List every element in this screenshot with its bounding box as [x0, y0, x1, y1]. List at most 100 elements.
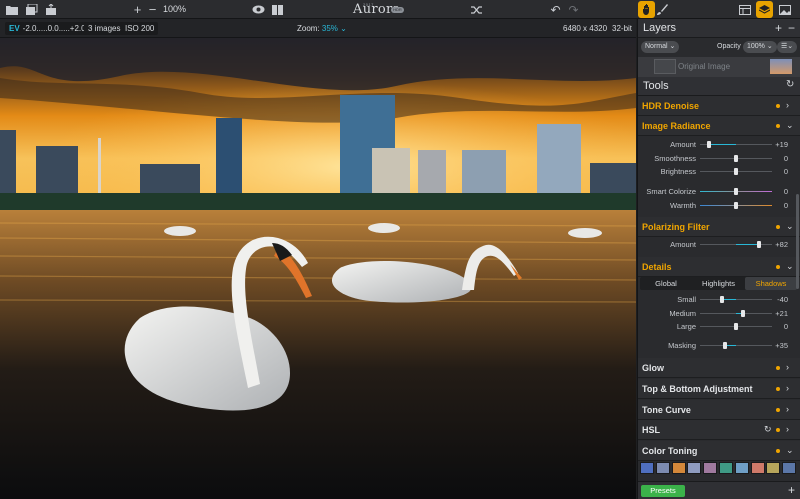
slider-amount[interactable]: Amount +82	[638, 238, 800, 251]
slider-handle[interactable]	[719, 296, 724, 303]
tab-global[interactable]: Global	[640, 277, 692, 290]
section-hdr-denoise[interactable]: HDR Denoise ›	[638, 96, 800, 116]
details-tabs: Global Highlights Shadows	[640, 277, 797, 290]
slider-label: Amount	[670, 140, 696, 149]
blend-mode-select[interactable]: Normal ⌄	[641, 41, 680, 53]
top-toolbar: + − 100% 2017 Aurora HDR ↶ ↷	[0, 0, 800, 19]
active-dot-icon	[776, 104, 780, 108]
color-swatch[interactable]	[671, 462, 686, 474]
layer-item[interactable]: Original Image	[638, 57, 800, 77]
redo-icon[interactable]: ↷	[567, 3, 580, 16]
slider-medium[interactable]: Medium +21	[638, 307, 800, 320]
undo-icon[interactable]: ↶	[549, 3, 562, 16]
logo-pill: HDR	[391, 7, 404, 13]
section-hsl[interactable]: HSL ↻ ›	[638, 420, 800, 440]
zoom-dropdown[interactable]: Zoom: 35% ⌄	[297, 24, 347, 33]
tools-title: Tools	[643, 80, 669, 92]
slider-handle[interactable]	[734, 154, 738, 162]
brush-icon[interactable]	[656, 3, 669, 16]
slider-small[interactable]: Small -40	[638, 293, 800, 306]
color-swatch[interactable]	[782, 462, 797, 474]
section-top-bottom-adjustment[interactable]: Top & Bottom Adjustment ›	[638, 379, 800, 399]
zoom-in-icon[interactable]: +	[131, 3, 144, 16]
chevron-down-icon: ⌄	[786, 261, 794, 271]
chevron-right-icon: ›	[786, 424, 789, 434]
photo-canvas[interactable]	[0, 38, 636, 499]
slider-label: Smoothness	[654, 153, 696, 163]
zoom-percent[interactable]: 100%	[163, 4, 186, 14]
zoom-out-icon[interactable]: −	[146, 3, 159, 16]
section-title: Glow	[642, 363, 664, 373]
layout-icon[interactable]	[738, 3, 751, 16]
section-details[interactable]: Details ⌄	[638, 257, 800, 277]
tools-hand-icon[interactable]	[638, 1, 655, 18]
section-image-radiance[interactable]: Image Radiance ⌄	[638, 116, 800, 136]
slider-warmth[interactable]: Warmth 0	[638, 199, 800, 212]
slider-label: Masking	[668, 341, 696, 350]
folder-icon[interactable]	[5, 3, 18, 16]
slider-handle[interactable]	[706, 141, 711, 148]
presets-bar: Presets +	[638, 481, 800, 499]
image-dimensions: 6480 x 4320	[563, 24, 608, 33]
section-title: Polarizing Filter	[642, 222, 710, 232]
section-glow[interactable]: Glow ›	[638, 358, 800, 378]
slider-label: Warmth	[670, 200, 696, 210]
color-swatch[interactable]	[766, 462, 781, 474]
slider-track[interactable]	[700, 345, 772, 346]
slider-handle[interactable]	[734, 323, 738, 330]
add-layer-icon[interactable]: +	[775, 21, 782, 35]
slider-value: -40	[777, 295, 788, 304]
compare-icon[interactable]	[271, 3, 284, 16]
section-polarizing-filter[interactable]: Polarizing Filter ⌄	[638, 217, 800, 237]
color-swatch[interactable]	[640, 462, 654, 474]
slider-smoothness[interactable]: Smoothness 0	[638, 152, 800, 165]
slider-handle[interactable]	[741, 309, 746, 317]
ev-bracket-chip: EV -2.0.....0.0.....+2.0	[5, 22, 90, 35]
layer-options: Normal ⌄ Opacity 100% ⌄ ☰⌄	[638, 38, 800, 57]
slider-large[interactable]: Large 0	[638, 320, 800, 333]
stack-icon[interactable]	[25, 3, 38, 16]
panel-scrollbar[interactable]	[796, 194, 799, 289]
color-swatch[interactable]	[687, 462, 702, 474]
image-icon[interactable]	[778, 3, 791, 16]
remove-layer-icon[interactable]: −	[788, 21, 795, 35]
presets-button[interactable]: Presets	[641, 485, 685, 497]
section-tone-curve[interactable]: Tone Curve ›	[638, 400, 800, 420]
color-swatch[interactable]	[734, 462, 749, 474]
tab-highlights[interactable]: Highlights	[692, 277, 745, 290]
reset-tools-icon[interactable]: ↻	[786, 79, 794, 90]
layer-thumbnail	[654, 59, 676, 74]
slider-handle[interactable]	[734, 201, 738, 209]
active-dot-icon	[776, 449, 780, 453]
slider-value: +35	[775, 341, 788, 350]
slider-amount[interactable]: Amount +19	[638, 138, 800, 151]
slider-handle[interactable]	[723, 342, 728, 349]
slider-label: Large	[676, 322, 696, 331]
slider-masking[interactable]: Masking +35	[638, 339, 800, 352]
shuffle-icon[interactable]	[470, 3, 483, 16]
color-swatch[interactable]	[750, 462, 765, 474]
add-preset-icon[interactable]: +	[788, 483, 795, 497]
layers-icon[interactable]	[756, 1, 773, 18]
color-swatch[interactable]	[703, 462, 718, 474]
slider-track[interactable]	[700, 299, 772, 300]
slider-handle[interactable]	[734, 168, 738, 175]
slider-brightness[interactable]: Brightness 0	[638, 165, 800, 178]
layer-menu-button[interactable]: ☰⌄	[777, 41, 798, 53]
swan-photo	[0, 38, 636, 499]
section-color-toning[interactable]: Color Toning ⌄	[638, 441, 800, 461]
slider-handle[interactable]	[734, 188, 738, 195]
color-swatch[interactable]	[655, 462, 670, 474]
share-icon[interactable]	[44, 3, 57, 16]
slider-handle[interactable]	[757, 241, 762, 248]
tools-header: Tools ↻	[638, 77, 800, 96]
tab-shadows[interactable]: Shadows	[745, 277, 797, 290]
slider-smart-colorize[interactable]: Smart Colorize 0	[638, 185, 800, 198]
reset-icon[interactable]: ↻	[764, 424, 772, 435]
opacity-select[interactable]: 100% ⌄	[743, 41, 777, 53]
eye-icon[interactable]	[252, 3, 265, 16]
color-swatch[interactable]	[719, 462, 733, 474]
chevron-down-icon: ⌄	[786, 221, 794, 231]
chevron-down-icon: ⌄	[786, 120, 794, 130]
active-dot-icon	[776, 408, 780, 412]
